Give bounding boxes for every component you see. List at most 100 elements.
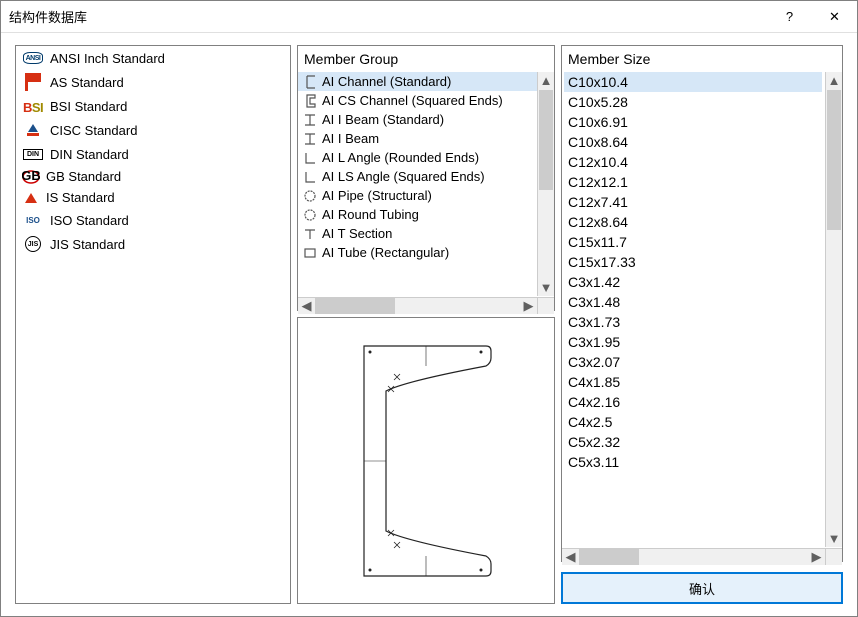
middle-column: Member Group AI Channel (Standard) AI CS … <box>297 45 555 604</box>
ok-button[interactable]: 确认 <box>561 572 843 604</box>
member-size-header: Member Size <box>562 46 842 72</box>
member-group-label: AI Pipe (Structural) <box>322 188 432 203</box>
standard-item-bsi[interactable]: BSIBSI Standard <box>20 94 286 118</box>
rect-icon <box>302 246 318 260</box>
standard-item-iso[interactable]: ISOISO Standard <box>20 208 286 232</box>
member-group-label: AI CS Channel (Squared Ends) <box>322 93 503 108</box>
member-size-list: C10x10.4C10x5.28C10x6.91C10x8.64C12x10.4… <box>562 72 824 472</box>
member-group-item[interactable]: AI I Beam (Standard) <box>298 110 554 129</box>
member-size-item[interactable]: C5x3.11 <box>564 452 822 472</box>
member-size-item[interactable]: C15x17.33 <box>564 252 822 272</box>
member-group-label: AI Round Tubing <box>322 207 419 222</box>
standard-item-din[interactable]: DINDIN Standard <box>20 142 286 166</box>
member-group-item[interactable]: AI I Beam <box>298 129 554 148</box>
scroll-up-icon[interactable]: ▲ <box>826 72 842 89</box>
standard-label: AS Standard <box>50 75 124 90</box>
member-size-item[interactable]: C5x2.32 <box>564 432 822 452</box>
ibeam-icon <box>302 132 318 146</box>
channel-icon <box>302 75 318 89</box>
member-group-label: AI L Angle (Rounded Ends) <box>322 150 479 165</box>
member-group-item[interactable]: AI T Section <box>298 224 554 243</box>
member-group-item[interactable]: AI Pipe (Structural) <box>298 186 554 205</box>
right-column: Member Size C10x10.4C10x5.28C10x6.91C10x… <box>561 45 843 604</box>
standard-label: ANSI Inch Standard <box>50 51 165 66</box>
member-group-item[interactable]: AI Tube (Rectangular) <box>298 243 554 262</box>
content-area: ANSIANSI Inch Standard AS Standard BSIBSI … <box>1 33 857 616</box>
standards-list: ANSIANSI Inch Standard AS Standard BSIBSI … <box>16 46 290 260</box>
size-vscrollbar[interactable]: ▲ ▼ <box>825 72 842 547</box>
angle-icon <box>302 170 318 184</box>
ibeam-icon <box>302 113 318 127</box>
member-size-item[interactable]: C12x10.4 <box>564 152 822 172</box>
scroll-right-icon[interactable]: ▶ <box>520 298 537 314</box>
member-group-item[interactable]: AI LS Angle (Squared Ends) <box>298 167 554 186</box>
member-size-item[interactable]: C15x11.7 <box>564 232 822 252</box>
standard-item-gb[interactable]: GB GB Standard <box>20 166 286 187</box>
scroll-thumb[interactable] <box>579 549 639 565</box>
scroll-down-icon[interactable]: ▼ <box>826 530 842 547</box>
scroll-up-icon[interactable]: ▲ <box>538 72 554 89</box>
standard-label: ISO Standard <box>50 213 129 228</box>
member-group-label: AI LS Angle (Squared Ends) <box>322 169 485 184</box>
standard-label: BSI Standard <box>50 99 127 114</box>
member-size-item[interactable]: C12x8.64 <box>564 212 822 232</box>
member-group-list: AI Channel (Standard) AI CS Channel (Squa… <box>298 72 554 262</box>
standard-label: CISC Standard <box>50 123 137 138</box>
group-vscrollbar[interactable]: ▲ ▼ <box>537 72 554 296</box>
standard-label: IS Standard <box>46 190 115 205</box>
dialog-window: 结构件数据库 ? ✕ ANSIANSI Inch Standard AS Stan… <box>0 0 858 617</box>
member-group-header: Member Group <box>298 46 554 72</box>
pipe-icon <box>302 189 318 203</box>
member-group-item[interactable]: AI CS Channel (Squared Ends) <box>298 91 554 110</box>
member-size-item[interactable]: C3x2.07 <box>564 352 822 372</box>
member-size-item[interactable]: C3x1.95 <box>564 332 822 352</box>
member-size-item[interactable]: C3x1.48 <box>564 292 822 312</box>
scroll-thumb[interactable] <box>539 90 553 190</box>
member-size-item[interactable]: C3x1.73 <box>564 312 822 332</box>
standard-item-ansi[interactable]: ANSIANSI Inch Standard <box>20 46 286 70</box>
member-size-item[interactable]: C12x7.41 <box>564 192 822 212</box>
scroll-down-icon[interactable]: ▼ <box>538 279 554 296</box>
member-group-item[interactable]: AI Round Tubing <box>298 205 554 224</box>
member-size-item[interactable]: C10x6.91 <box>564 112 822 132</box>
group-hscrollbar[interactable]: ◀ ▶ <box>298 297 537 314</box>
scroll-thumb[interactable] <box>315 298 395 314</box>
member-group-item[interactable]: AI Channel (Standard) <box>298 72 554 91</box>
tee-icon <box>302 227 318 241</box>
standard-item-as[interactable]: AS Standard <box>20 70 286 94</box>
member-group-label: AI Channel (Standard) <box>322 74 451 89</box>
member-group-label: AI Tube (Rectangular) <box>322 245 449 260</box>
scroll-left-icon[interactable]: ◀ <box>298 298 315 314</box>
size-hscrollbar[interactable]: ◀ ▶ <box>562 548 825 565</box>
svg-text:GB: GB <box>22 170 40 183</box>
channel-sq-icon <box>302 94 318 108</box>
scroll-left-icon[interactable]: ◀ <box>562 549 579 565</box>
close-button[interactable]: ✕ <box>812 1 857 33</box>
member-group-label: AI T Section <box>322 226 392 241</box>
member-size-item[interactable]: C4x2.5 <box>564 412 822 432</box>
member-size-item[interactable]: C3x1.42 <box>564 272 822 292</box>
pipe-icon <box>302 208 318 222</box>
member-size-item[interactable]: C10x5.28 <box>564 92 822 112</box>
scroll-right-icon[interactable]: ▶ <box>808 549 825 565</box>
standard-item-is[interactable]: IS Standard <box>20 187 286 208</box>
member-size-item[interactable]: C12x12.1 <box>564 172 822 192</box>
title-bar: 结构件数据库 ? ✕ <box>1 1 857 33</box>
member-size-item[interactable]: C10x10.4 <box>564 72 822 92</box>
standard-item-cisc[interactable]: CISC Standard <box>20 118 286 142</box>
member-group-item[interactable]: AI L Angle (Rounded Ends) <box>298 148 554 167</box>
angle-icon <box>302 151 318 165</box>
standard-item-jis[interactable]: JISJIS Standard <box>20 232 286 256</box>
help-button[interactable]: ? <box>767 1 812 33</box>
member-group-label: AI I Beam <box>322 131 379 146</box>
standard-label: DIN Standard <box>50 147 129 162</box>
standard-label: JIS Standard <box>50 237 125 252</box>
scroll-thumb[interactable] <box>827 90 841 230</box>
member-size-item[interactable]: C4x1.85 <box>564 372 822 392</box>
standard-label: GB Standard <box>46 169 121 184</box>
preview-panel <box>297 317 555 604</box>
window-title: 结构件数据库 <box>9 7 87 26</box>
member-size-item[interactable]: C4x2.16 <box>564 392 822 412</box>
channel-profile-svg <box>346 336 506 586</box>
member-size-item[interactable]: C10x8.64 <box>564 132 822 152</box>
